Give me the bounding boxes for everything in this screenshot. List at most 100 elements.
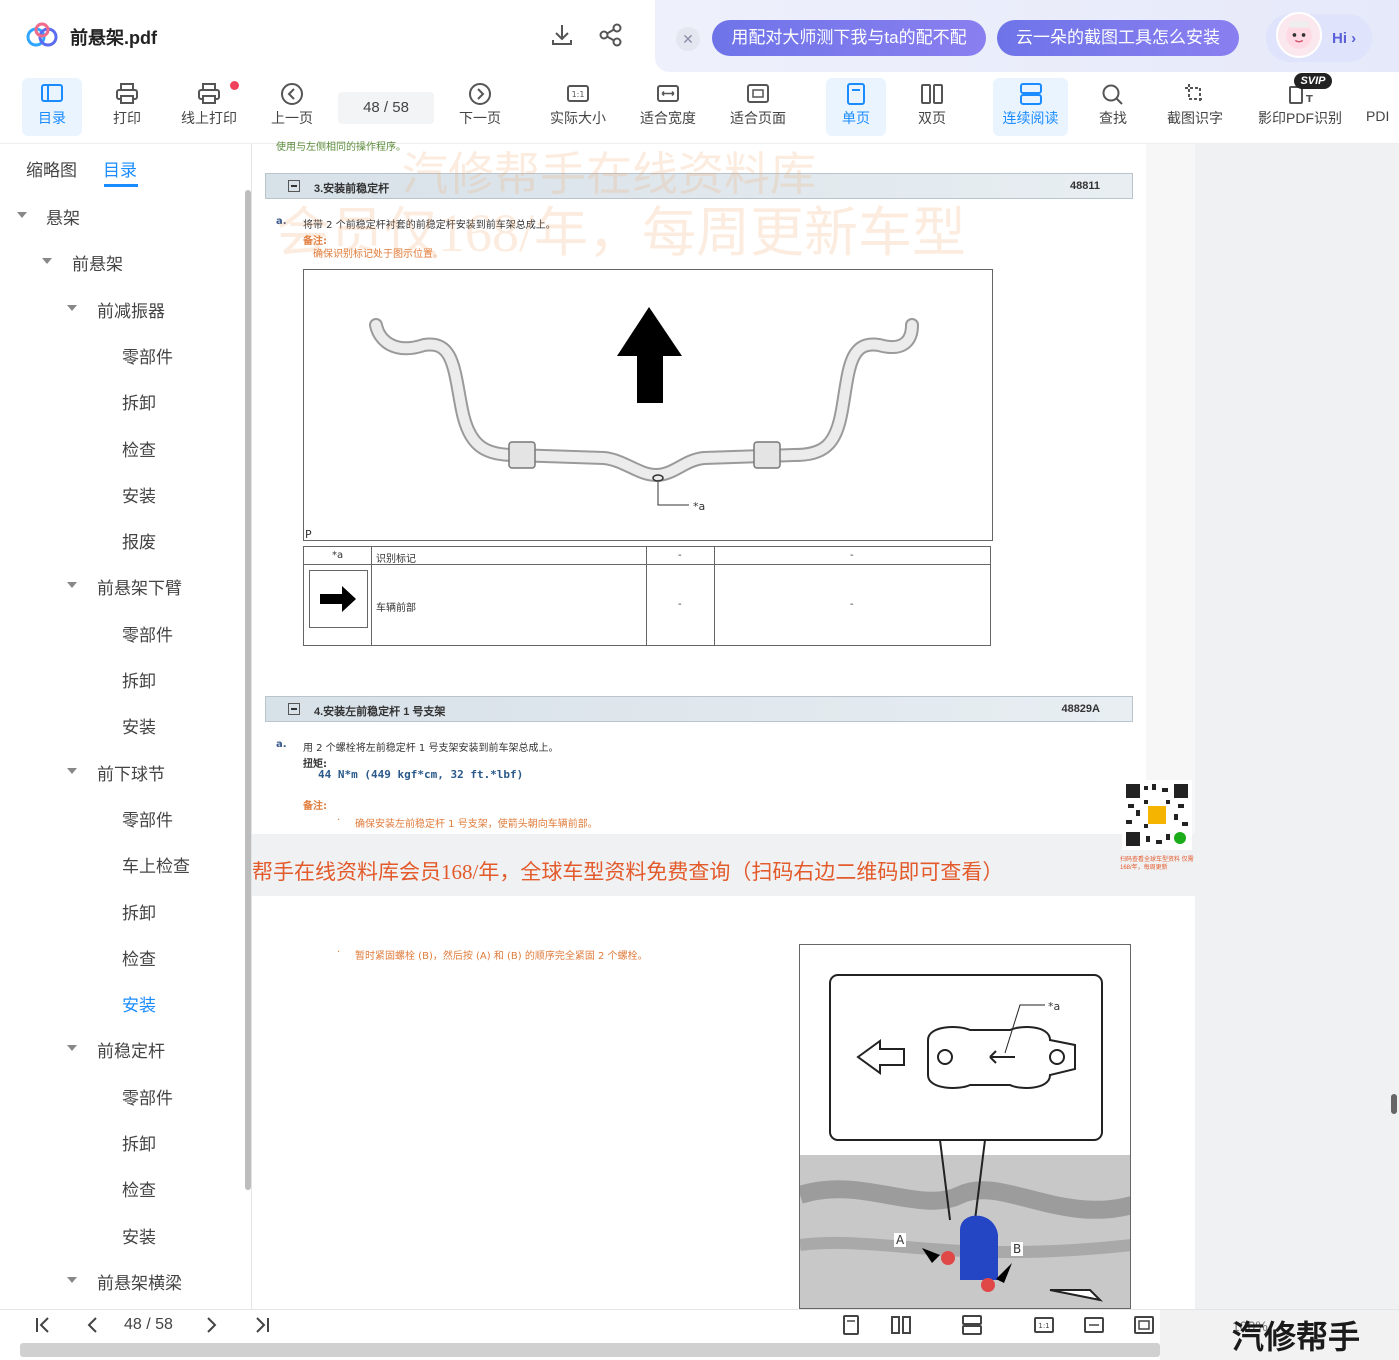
next-page-icon[interactable] [200,1314,222,1336]
toc-item[interactable]: 安装 [122,713,156,738]
toolbar-screenshot-ocr-button[interactable]: 截图识字 [1162,78,1228,136]
document-scrollbar-thumb[interactable] [1391,1094,1397,1114]
toc-item[interactable]: 拆卸 [122,389,156,414]
toolbar-fit-page-button[interactable]: 适合页面 [726,78,790,136]
figure-callout-a: *a [693,500,706,513]
screenshot-ocr-icon [1185,84,1204,103]
toc-item[interactable]: 悬架 [46,204,80,229]
fit-page-icon[interactable] [1133,1314,1155,1336]
toolbar-double-page-button[interactable]: 双页 [904,78,960,136]
torque-value: 44 N*m (449 kgf*cm, 32 ft.*lbf) [318,768,524,781]
toolbar-continuous-button[interactable]: 连续阅读 [993,78,1068,136]
toc-expand-caret-icon[interactable] [42,258,52,264]
first-page-icon[interactable] [32,1314,54,1336]
toc-item[interactable]: 检查 [122,436,156,461]
active-tab-underline [104,184,138,187]
toc-item[interactable]: 拆卸 [122,667,156,692]
bracket-callout-a: *a [1048,1000,1061,1013]
section4-step-a: 用 2 个螺栓将左前稳定杆 1 号支架安装到前车架总成上。 [303,743,559,754]
tighten-instruction: 暂时紧固螺栓 (B)，然后按 (A) 和 (B) 的顺序完全紧固 2 个螺栓。 [355,951,648,962]
legend-row-dash-2: - [850,599,854,610]
toolbar-prev-page-button[interactable]: 上一页 [266,78,318,136]
toc-item[interactable]: 零部件 [122,1084,173,1109]
toolbar-actual-size-button[interactable]: 1:1 实际大小 [546,78,610,136]
toolbar-search-button[interactable]: 查找 [1088,78,1138,136]
section4-note-label: 备注: [303,801,327,812]
continuous-icon[interactable] [961,1314,983,1336]
toolbar-next-page-button[interactable]: 下一页 [454,78,506,136]
toc-item[interactable]: 拆卸 [122,899,156,924]
toc-item[interactable]: 前下球节 [97,760,165,785]
step-letter: a. [276,739,287,750]
tab-thumbnails[interactable]: 缩略图 [26,156,77,181]
promo-pill-2[interactable]: 云一朵的截图工具怎么安装 [997,20,1239,56]
toc-item[interactable]: 检查 [122,945,156,970]
toc-item[interactable]: 零部件 [122,621,173,646]
toc-expand-caret-icon[interactable] [17,212,27,218]
assistant-label[interactable]: Hi › [1332,30,1356,47]
sidebar-scrollbar[interactable] [245,190,251,1190]
double-page-icon [921,84,943,104]
toc-item[interactable]: 检查 [122,1176,156,1201]
toc-item[interactable]: 零部件 [122,806,173,831]
actual-size-icon[interactable]: 1:1 [1033,1314,1055,1336]
toc-expand-caret-icon[interactable] [67,305,77,311]
toc-item[interactable]: 前悬架横梁 [97,1269,182,1294]
toolbar-single-page-button[interactable]: 单页 [826,78,886,136]
legend-table: *a 识别标记 - - 车辆前部 - - [303,546,991,646]
prev-page-icon[interactable] [82,1314,104,1336]
toc-expand-caret-icon[interactable] [67,582,77,588]
toc-item[interactable]: 安装 [122,482,156,507]
toc-item[interactable]: 报废 [122,528,156,553]
toolbar-toc-button[interactable]: 目录 [22,78,82,136]
toc-item[interactable]: 安装 [122,991,156,1016]
toc-item[interactable]: 前稳定杆 [97,1037,165,1062]
figure-corner-label: P [305,528,312,541]
toc-item[interactable]: 零部件 [122,343,173,368]
fit-width-icon[interactable] [1083,1314,1105,1336]
bullet: · [337,947,341,958]
continuous-icon [1019,83,1042,105]
toc-expand-caret-icon[interactable] [67,1277,77,1283]
last-page-icon[interactable] [251,1314,273,1336]
toc-item[interactable]: 前悬架下臂 [97,574,182,599]
footer-watermark: 帮手在线资料库会员168/年，全球车型资料免费查询（扫码右边二维码即可查看） [252,860,1004,884]
single-page-icon[interactable] [840,1314,862,1336]
legend-vehicle-front: 车辆前部 [376,603,416,614]
brand-watermark: 汽修帮手 [1232,1319,1361,1355]
page-number-input[interactable]: 48 / 58 [338,92,434,124]
collapse-icon[interactable] [288,703,300,715]
horizontal-scrollbar[interactable] [20,1343,1160,1357]
legend-header-mark: 识别标记 [376,554,416,565]
toolbar-fit-width-button[interactable]: 适合宽度 [636,78,700,136]
toc-item[interactable]: 前悬架 [72,250,123,275]
qr-code-icon[interactable] [1122,780,1192,850]
tab-toc[interactable]: 目录 [103,156,137,181]
toc-item[interactable]: 车上检查 [122,852,190,877]
section-header-4: 4.安装左前稳定杆 1 号支架 48829A [265,696,1133,722]
svg-text:1:1: 1:1 [1038,1322,1049,1330]
toc-item[interactable]: 前减振器 [97,297,165,322]
toc-expand-caret-icon[interactable] [67,1045,77,1051]
single-page-icon [847,83,865,105]
toc-item[interactable]: 安装 [122,1223,156,1248]
bracket-figure: *a A B [799,944,1131,1309]
toolbar-print-button[interactable]: 打印 [100,78,154,136]
legend-row-dash-1: - [678,599,682,610]
qr-caption: 扫码查看全球车型资料 仅需168/年，每周更新 [1120,857,1194,871]
toc-icon [41,84,63,102]
double-page-icon[interactable] [890,1314,912,1336]
assistant-avatar[interactable] [1276,12,1322,58]
fit-width-icon [657,85,679,102]
toc-expand-caret-icon[interactable] [67,768,77,774]
promo-pill-1[interactable]: 用配对大师测下我与ta的配不配 [712,20,986,56]
bottom-page-indicator[interactable]: 48 / 58 [124,1316,173,1334]
search-icon [1102,84,1123,105]
share-icon[interactable] [598,22,624,48]
section4-note: 确保安装左前稳定杆 1 号支架，使箭头朝向车辆前部。 [355,819,598,830]
bolt-label-b: B [1011,1242,1024,1256]
download-icon[interactable] [549,22,575,48]
toc-item[interactable]: 拆卸 [122,1130,156,1155]
promo-close-button[interactable]: ✕ [676,27,700,51]
toolbar-pdi-button[interactable]: PDI [1366,78,1399,136]
